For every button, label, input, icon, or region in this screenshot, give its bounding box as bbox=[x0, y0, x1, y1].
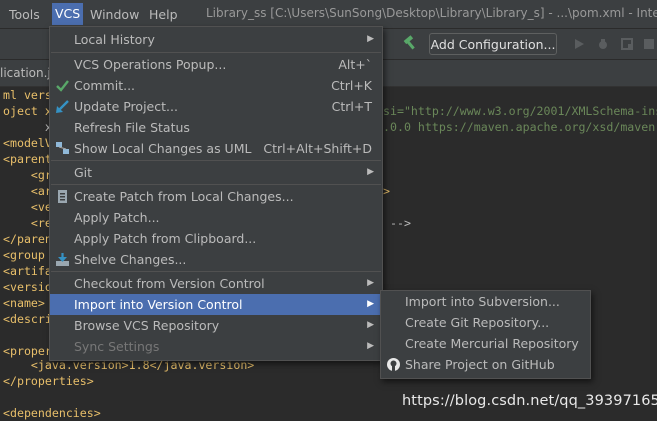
menu-item-browse-vcs-repository[interactable]: Browse VCS Repository ▶ bbox=[50, 315, 382, 336]
schema-location-fragment: .0.0 https://maven.apache.org/xsd/maven bbox=[383, 120, 656, 134]
uml-icon bbox=[56, 142, 69, 154]
submenu-arrow-icon: ▶ bbox=[367, 320, 374, 330]
submenu-arrow-icon: ▶ bbox=[367, 299, 374, 309]
menu-item-label: Apply Patch... bbox=[74, 210, 160, 225]
close-tag-fragment: > bbox=[383, 184, 390, 198]
patch-icon bbox=[58, 190, 67, 203]
menu-item-apply-patch[interactable]: Apply Patch... bbox=[50, 207, 382, 228]
menu-window[interactable]: Window bbox=[87, 6, 142, 24]
stop-icon[interactable] bbox=[642, 37, 656, 51]
submenu-arrow-icon: ▶ bbox=[367, 341, 374, 351]
shortcut-label: Ctrl+Alt+Shift+D bbox=[263, 141, 372, 156]
check-icon bbox=[56, 80, 69, 92]
debug-icon[interactable] bbox=[596, 37, 610, 51]
shortcut-label: Ctrl+K bbox=[331, 78, 372, 93]
menu-item-label: Share Project on GitHub bbox=[405, 357, 555, 372]
build-hammer-icon[interactable] bbox=[402, 35, 418, 51]
menu-vcs[interactable]: VCS bbox=[52, 3, 84, 25]
menu-item-sync-settings: Sync Settings ▶ bbox=[50, 336, 382, 357]
menu-item-label: Checkout from Version Control bbox=[74, 276, 265, 291]
watermark-url: https://blog.csdn.net/qq_39397165 bbox=[402, 393, 657, 409]
submenu-arrow-icon: ▶ bbox=[367, 34, 374, 44]
menu-item-label: Refresh File Status bbox=[74, 120, 190, 135]
menu-item-refresh-file-status[interactable]: Refresh File Status bbox=[50, 117, 382, 138]
coverage-icon[interactable] bbox=[620, 37, 634, 51]
editor-tab[interactable]: lication.j bbox=[0, 66, 51, 80]
menu-item-checkout-vcs[interactable]: Checkout from Version Control ▶ bbox=[50, 273, 382, 294]
update-arrow-icon bbox=[56, 100, 69, 113]
comment-end-fragment: --> bbox=[390, 216, 411, 230]
menu-item-import-into-vcs[interactable]: Import into Version Control ▶ bbox=[50, 294, 382, 315]
menu-item-update-project[interactable]: Update Project... Ctrl+T bbox=[50, 96, 382, 117]
menu-item-label: Import into Subversion... bbox=[405, 294, 560, 309]
window-title: Library_ss [C:\Users\SunSong\Desktop\Lib… bbox=[206, 6, 657, 20]
code-line-8: <ve bbox=[3, 200, 52, 214]
menu-separator bbox=[51, 184, 381, 185]
menu-item-label: Browse VCS Repository bbox=[74, 318, 220, 333]
menu-item-label: Local History bbox=[74, 32, 155, 47]
code-line-12: <artifa bbox=[3, 264, 52, 278]
code-line-15: <descri bbox=[3, 312, 52, 326]
menu-bar: Tools VCS Window Help Library_ss [C:\Use… bbox=[0, 0, 657, 29]
menu-item-label: VCS Operations Popup... bbox=[74, 57, 227, 72]
shelve-icon bbox=[56, 253, 69, 266]
code-line-13: <versio bbox=[3, 280, 52, 294]
run-icon[interactable] bbox=[572, 37, 586, 51]
menu-item-create-patch[interactable]: Create Patch from Local Changes... bbox=[50, 186, 382, 207]
shortcut-label: Ctrl+T bbox=[331, 99, 372, 114]
code-line-4: <modelV bbox=[3, 136, 52, 150]
code-line-14: <name> bbox=[3, 296, 45, 310]
menu-item-commit[interactable]: Commit... Ctrl+K bbox=[50, 75, 382, 96]
menu-tools[interactable]: Tools bbox=[6, 6, 43, 24]
menu-separator bbox=[51, 271, 381, 272]
code-line-19: </properties> bbox=[3, 374, 94, 388]
menu-item-label: Create Git Repository... bbox=[405, 315, 550, 330]
menu-item-shelve-changes[interactable]: Shelve Changes... bbox=[50, 249, 382, 270]
menu-item-apply-patch-clipboard[interactable]: Apply Patch from Clipboard... bbox=[50, 228, 382, 249]
menu-item-vcs-operations-popup[interactable]: VCS Operations Popup... Alt+` bbox=[50, 54, 382, 75]
menu-item-label: Create Patch from Local Changes... bbox=[74, 189, 294, 204]
menu-item-label: Shelve Changes... bbox=[74, 252, 187, 267]
menu-item-label: Apply Patch from Clipboard... bbox=[74, 231, 257, 246]
code-line-7: <ar bbox=[3, 184, 52, 198]
menu-separator bbox=[51, 52, 381, 53]
menu-item-show-local-changes-uml[interactable]: Show Local Changes as UML Ctrl+Alt+Shift… bbox=[50, 138, 382, 159]
github-icon bbox=[387, 358, 400, 371]
menu-item-create-git-repository[interactable]: Create Git Repository... bbox=[381, 312, 590, 333]
menu-item-label: Commit... bbox=[74, 78, 136, 93]
menu-item-label: Import into Version Control bbox=[74, 297, 243, 312]
menu-item-label: Update Project... bbox=[74, 99, 178, 114]
code-line-21: <dependencies> bbox=[3, 406, 101, 420]
shortcut-label: Alt+` bbox=[338, 57, 372, 72]
menu-item-share-on-github[interactable]: Share Project on GitHub bbox=[381, 354, 590, 375]
add-configuration-button[interactable]: Add Configuration... bbox=[429, 33, 557, 55]
code-line-5: <parent bbox=[3, 152, 52, 166]
menu-item-create-mercurial-repository[interactable]: Create Mercurial Repository bbox=[381, 333, 590, 354]
code-line-9: <re bbox=[3, 216, 52, 230]
submenu-arrow-icon: ▶ bbox=[367, 167, 374, 177]
code-line-6: <gr bbox=[3, 168, 52, 182]
menu-separator bbox=[51, 160, 381, 161]
import-into-vcs-submenu: Import into Subversion... Create Git Rep… bbox=[380, 290, 591, 379]
xsi-attribute-fragment: si="http://www.w3.org/2001/XMLSchema-ins bbox=[383, 104, 657, 118]
menu-item-git[interactable]: Git ▶ bbox=[50, 162, 382, 183]
submenu-arrow-icon: ▶ bbox=[367, 278, 374, 288]
menu-item-label: Git bbox=[74, 165, 93, 180]
menu-item-label: Sync Settings bbox=[74, 339, 160, 354]
menu-item-label: Show Local Changes as UML bbox=[74, 141, 252, 156]
code-line-10: </paren bbox=[3, 232, 52, 246]
vcs-menu: Local History ▶ VCS Operations Popup... … bbox=[49, 26, 383, 361]
menu-item-label: Create Mercurial Repository bbox=[405, 336, 579, 351]
code-line-11: <group bbox=[3, 248, 45, 262]
menu-help[interactable]: Help bbox=[146, 6, 181, 24]
menu-item-local-history[interactable]: Local History ▶ bbox=[50, 29, 382, 50]
menu-item-import-into-subversion[interactable]: Import into Subversion... bbox=[381, 291, 590, 312]
